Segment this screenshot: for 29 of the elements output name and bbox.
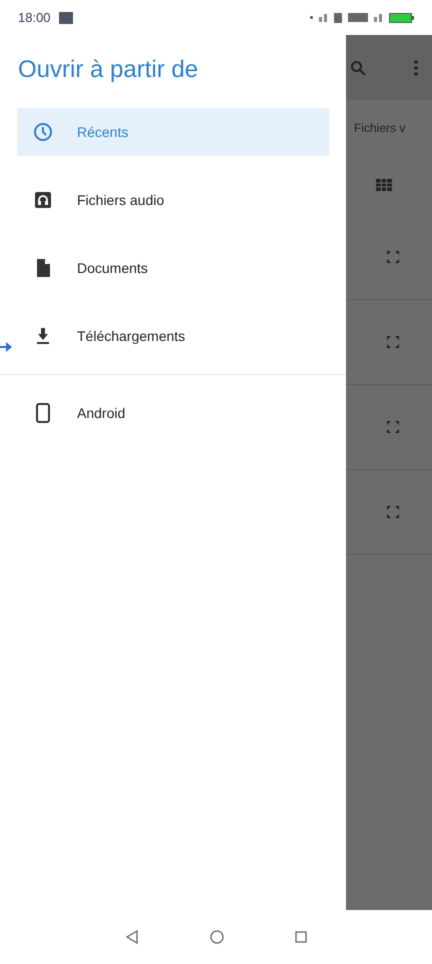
pointer-arrow (0, 342, 12, 352)
breadcrumb: Fichiers v (354, 120, 406, 136)
signal-icon (374, 14, 383, 22)
drawer-title: Ouvrir à partir de (17, 55, 200, 85)
home-icon[interactable] (210, 930, 224, 944)
signal-icon (319, 14, 328, 22)
drawer-item[interactable]: Récents (17, 108, 329, 156)
back-icon[interactable] (125, 930, 140, 944)
expand-icon (386, 420, 400, 434)
more-icon (414, 60, 418, 76)
network-badge-icon (348, 13, 368, 22)
battery-icon (389, 12, 414, 22)
recents-icon[interactable] (294, 931, 307, 943)
roaming-icon (334, 12, 342, 22)
grid-icon (376, 179, 392, 191)
clock-icon (33, 122, 53, 142)
expand-icon (386, 250, 400, 264)
phone-icon (33, 403, 53, 423)
expand-icon (386, 505, 400, 519)
status-time: 18:00 (18, 8, 51, 27)
drawer-item[interactable]: Fichiers audio (17, 176, 329, 224)
audio-icon (33, 190, 53, 210)
drawer-item[interactable]: Téléchargements (17, 312, 329, 360)
search-icon (350, 60, 366, 76)
dot-icon (310, 16, 313, 19)
drawer-item[interactable]: Documents (17, 244, 329, 292)
drawer-item[interactable]: Android (17, 389, 329, 437)
expand-icon (386, 335, 400, 349)
notification-icon (58, 12, 73, 24)
